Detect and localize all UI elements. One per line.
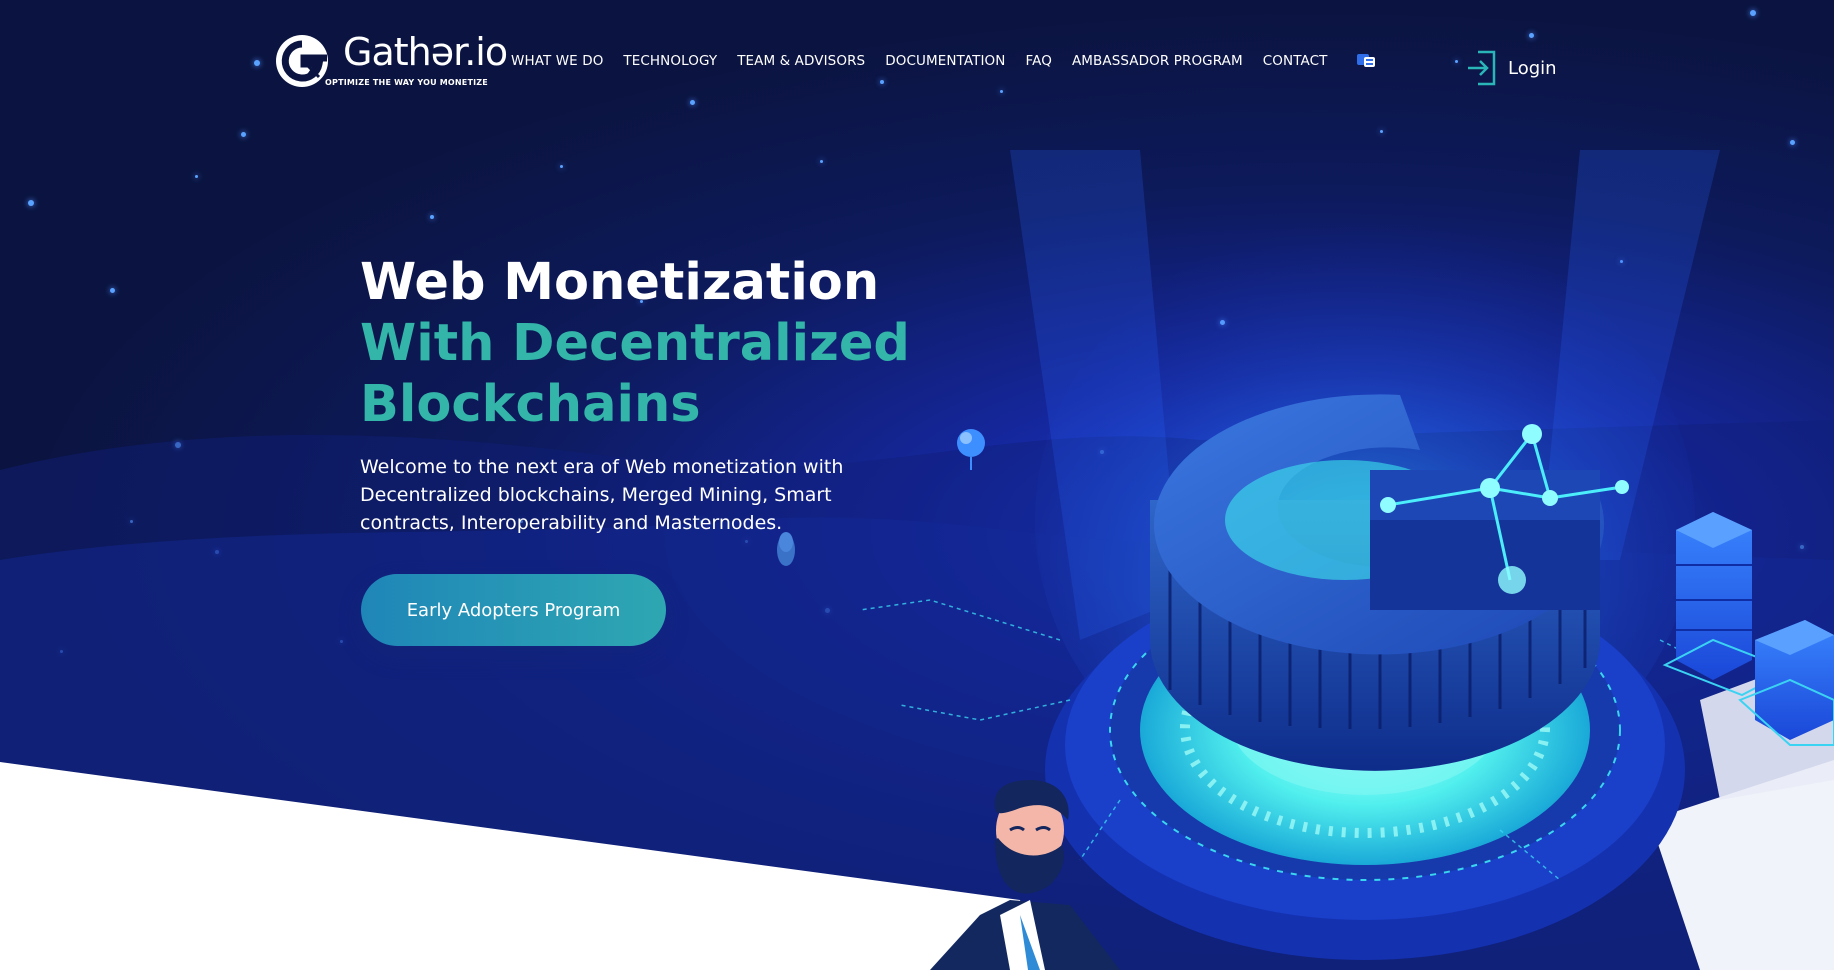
- site-header: Gathər.io OPTIMIZE THE WAY YOU MONETIZE …: [0, 0, 1834, 130]
- headline-line-3: Blockchains: [360, 375, 701, 434]
- hero-subtext: Welcome to the next era of Web monetizat…: [360, 456, 844, 534]
- brand-tagline: OPTIMIZE THE WAY YOU MONETIZE: [325, 78, 488, 87]
- nav-item-faq[interactable]: FAQ: [1025, 53, 1051, 69]
- login-arrow-icon: [1468, 50, 1496, 86]
- login-button[interactable]: Login: [1466, 50, 1557, 86]
- brand-name: Gathər.io: [343, 30, 508, 74]
- nav-item-documentation[interactable]: DOCUMENTATION: [885, 53, 1005, 69]
- headline-line-2: With Decentralized: [360, 314, 910, 373]
- nav-item-contact[interactable]: CONTACT: [1263, 53, 1328, 69]
- login-label: Login: [1508, 57, 1557, 79]
- language-flag-icon[interactable]: [1357, 52, 1375, 68]
- main-nav: WHAT WE DO TECHNOLOGY TEAM & ADVISORS DO…: [511, 53, 1348, 69]
- nav-item-technology[interactable]: TECHNOLOGY: [623, 53, 717, 69]
- nav-item-ambassador-program[interactable]: AMBASSADOR PROGRAM: [1072, 53, 1243, 69]
- brand-logo[interactable]: Gathər.io OPTIMIZE THE WAY YOU MONETIZE: [273, 30, 508, 92]
- early-adopters-button[interactable]: Early Adopters Program: [361, 574, 666, 646]
- hero-headline: Web Monetization With Decentralized Bloc…: [360, 252, 910, 435]
- hero-illustration: [0, 150, 1834, 970]
- nav-item-what-we-do[interactable]: WHAT WE DO: [511, 53, 603, 69]
- headline-line-1: Web Monetization: [360, 253, 880, 312]
- hero-section: Gathər.io OPTIMIZE THE WAY YOU MONETIZE …: [0, 0, 1834, 970]
- nav-item-team-advisors[interactable]: TEAM & ADVISORS: [737, 53, 865, 69]
